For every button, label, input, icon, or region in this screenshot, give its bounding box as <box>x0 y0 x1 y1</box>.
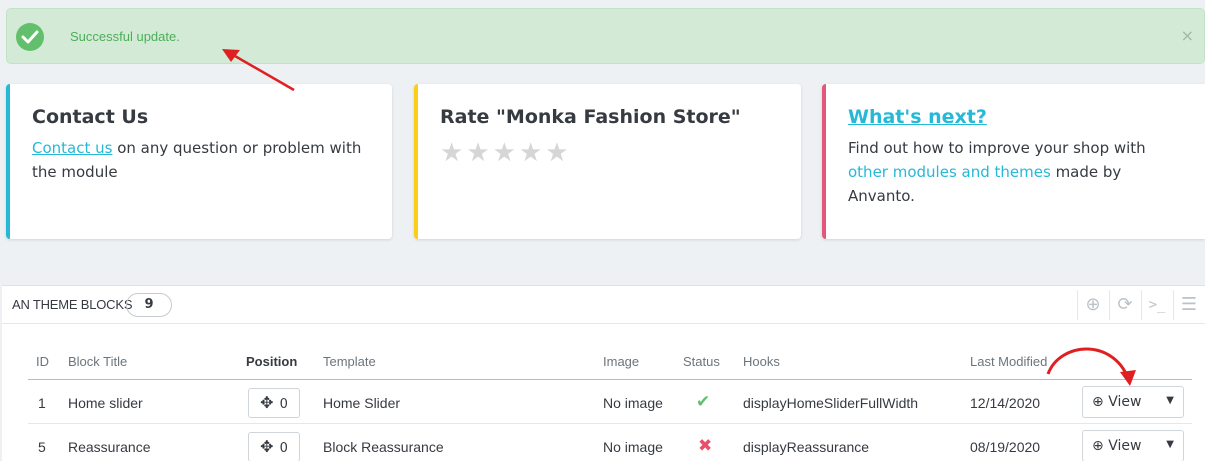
zoom-in-icon: ⊕ <box>1092 438 1104 454</box>
whats-next-card: What's next? Find out how to improve you… <box>822 84 1205 239</box>
row-image: No image <box>603 439 663 455</box>
star-icon[interactable]: ★ <box>493 140 516 166</box>
drag-position-handle[interactable]: ✥ 0 <box>248 388 300 418</box>
check-circle-icon <box>16 23 44 51</box>
star-icon[interactable]: ★ <box>440 140 463 166</box>
row-modified: 12/14/2020 <box>970 395 1041 411</box>
row-title: Home slider <box>68 395 143 411</box>
database-icon[interactable]: ☰ <box>1176 292 1202 318</box>
star-icon[interactable]: ★ <box>466 140 489 166</box>
row-title: Reassurance <box>68 439 151 455</box>
move-icon: ✥ <box>260 393 274 412</box>
close-icon[interactable]: × <box>1181 26 1194 45</box>
view-button[interactable]: ⊕ View ▼ <box>1082 386 1184 418</box>
panel-header: AN THEME BLOCKS 9 ⊕ ⟳ >_ ☰ <box>2 286 1205 324</box>
row-template: Home Slider <box>323 395 401 411</box>
col-image[interactable]: Image <box>603 354 639 369</box>
col-id[interactable]: ID <box>36 354 49 369</box>
table-row[interactable]: 5 Reassurance ✥ 0 Block Reassurance No im… <box>28 424 1192 461</box>
star-icon[interactable]: ★ <box>545 140 568 166</box>
row-hooks: displayHomeSliderFullWidth <box>743 395 919 411</box>
table-row[interactable]: 1 Home slider ✥ 0 Home Slider No image ✔ … <box>28 380 1192 424</box>
view-button[interactable]: ⊕ View ▼ <box>1082 430 1184 461</box>
zoom-in-icon: ⊕ <box>1092 394 1104 410</box>
row-modified: 08/19/2020 <box>970 439 1041 455</box>
row-hooks: displayReassurance <box>743 439 870 455</box>
toolbar-divider <box>1141 290 1142 320</box>
view-label: View <box>1108 394 1142 410</box>
contact-card-text: Contact us on any question or problem wi… <box>32 136 372 184</box>
col-last-modified[interactable]: Last Modified <box>970 354 1047 369</box>
whats-next-body-start: Find out how to improve your shop with <box>848 139 1146 157</box>
theme-blocks-panel: AN THEME BLOCKS 9 ⊕ ⟳ >_ ☰ ID Block Titl… <box>2 285 1205 461</box>
row-id: 1 <box>38 395 46 411</box>
star-icon[interactable]: ★ <box>519 140 542 166</box>
count-badge: 9 <box>126 293 172 317</box>
caret-down-icon[interactable]: ▼ <box>1166 439 1174 450</box>
col-position[interactable]: Position <box>246 354 297 369</box>
toolbar-divider <box>1173 290 1174 320</box>
other-modules-link[interactable]: other modules and themes <box>848 163 1051 181</box>
row-template: Block Reassurance <box>323 439 444 455</box>
toolbar-divider <box>1077 290 1078 320</box>
contact-card-title: Contact Us <box>32 106 149 128</box>
check-icon[interactable]: ✔ <box>696 392 710 412</box>
rating-stars[interactable]: ★ ★ ★ ★ ★ <box>440 140 569 166</box>
rate-card-title: Rate "Monka Fashion Store" <box>440 106 741 128</box>
row-image: No image <box>603 395 663 411</box>
cross-icon[interactable]: ✖ <box>698 436 712 456</box>
contact-card: Contact Us Contact us on any question or… <box>6 84 392 239</box>
contact-us-link[interactable]: Contact us <box>32 139 112 157</box>
col-status[interactable]: Status <box>683 354 720 369</box>
toolbar-divider <box>1109 290 1110 320</box>
panel-title: AN THEME BLOCKS <box>12 297 133 312</box>
col-hooks[interactable]: Hooks <box>743 354 780 369</box>
add-icon[interactable]: ⊕ <box>1080 292 1106 318</box>
terminal-icon[interactable]: >_ <box>1144 292 1170 318</box>
row-id: 5 <box>38 439 46 455</box>
col-template[interactable]: Template <box>323 354 376 369</box>
position-value: 0 <box>279 397 288 412</box>
whats-next-title-link[interactable]: What's next? <box>848 106 987 128</box>
position-value: 0 <box>279 441 288 456</box>
col-block-title[interactable]: Block Title <box>68 354 127 369</box>
caret-down-icon[interactable]: ▼ <box>1166 395 1174 406</box>
view-label: View <box>1108 438 1142 454</box>
rate-card: Rate "Monka Fashion Store" ★ ★ ★ ★ ★ <box>414 84 801 239</box>
refresh-icon[interactable]: ⟳ <box>1112 292 1138 318</box>
success-alert: Successful update. × <box>6 8 1205 64</box>
whats-next-text: Find out how to improve your shop with o… <box>848 136 1178 208</box>
drag-position-handle[interactable]: ✥ 0 <box>248 432 300 461</box>
move-icon: ✥ <box>260 437 274 456</box>
alert-message: Successful update. <box>70 29 180 44</box>
